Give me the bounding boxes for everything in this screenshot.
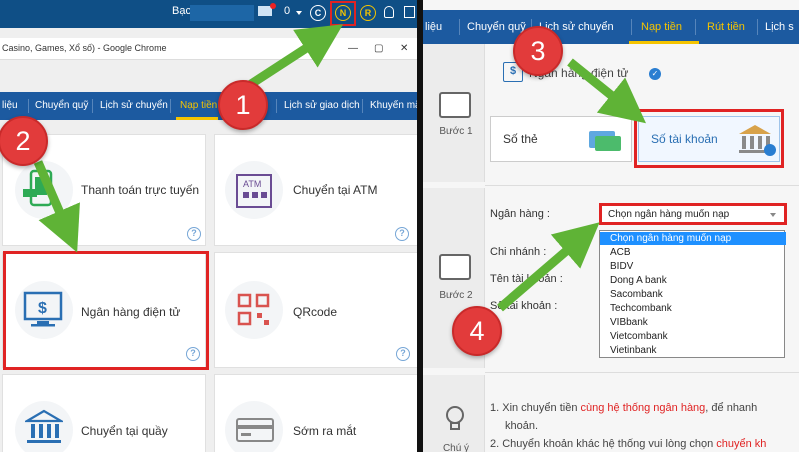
minimize-button[interactable]: —	[348, 43, 358, 54]
step-badge-4: 4	[452, 306, 502, 356]
left-panel: Bạc 0 C N R Casino, Games, Xổ số) - Goog…	[0, 0, 417, 452]
bank-dropdown-list: Chọn ngân hàng muốn nạp ACB BIDV Dong A …	[599, 230, 786, 358]
step1-column: Bước 1	[423, 44, 485, 182]
account-number-label: Số tài khoản :	[490, 300, 558, 312]
chevron-down-icon[interactable]	[296, 11, 302, 15]
notification-dot	[270, 3, 276, 9]
nav-item-transaction-history[interactable]: Lịch sử giao dịch	[284, 100, 360, 111]
main-nav: liệu Chuyển quỹ Lịch sử chuyển Nạp tiền …	[0, 92, 417, 120]
highlight-ebanking-tile	[3, 251, 209, 370]
bank-option[interactable]: Chọn ngân hàng muốn nạp	[600, 232, 786, 245]
help-icon[interactable]: ?	[395, 227, 409, 241]
bank-option[interactable]: VIBbank	[600, 316, 786, 329]
check-icon: ✓	[649, 68, 661, 80]
tile-label: Chuyển tại ATM	[293, 183, 378, 197]
bank-select[interactable]: Chọn ngân hàng muốn nạp	[599, 203, 787, 225]
option-card-number[interactable]: Số thẻ	[490, 116, 632, 162]
account-name-label: Tên tài khoản :	[490, 273, 563, 285]
bank-select-value: Chọn ngân hàng muốn nạp	[608, 209, 730, 220]
option-label: Số thẻ	[503, 132, 538, 146]
bank-option[interactable]: ACB	[600, 246, 786, 259]
account-topbar: Bạc 0 C N R	[0, 0, 417, 28]
bank-option[interactable]: Vietcombank	[600, 330, 786, 343]
balance-field	[190, 5, 254, 21]
step1-label: Bước 1	[439, 126, 473, 137]
atm-icon: ATM	[236, 174, 272, 208]
tile-counter-transfer[interactable]: Chuyển tại quầy	[2, 374, 206, 452]
browser-title: Casino, Games, Xổ số) - Google Chrome	[2, 43, 167, 53]
nav-item-deposit[interactable]: Nạp tiền	[180, 100, 217, 111]
lightbulb-icon	[446, 406, 464, 430]
note-line-2: 2. Chuyển khoản khác hệ thống vui lòng c…	[490, 438, 767, 450]
nav-item-transfer[interactable]: Chuyển quỹ	[467, 21, 526, 33]
logout-icon[interactable]	[404, 6, 415, 18]
note-line-1b: khoản.	[505, 420, 539, 432]
nav-item-withdraw[interactable]: Rút tiền	[707, 21, 745, 33]
close-button[interactable]: ✕	[400, 43, 408, 54]
deposit-nav: liệu Chuyển quỹ Lịch sử chuyển Nạp tiền …	[423, 10, 799, 44]
bank-option[interactable]: Sacombank	[600, 288, 786, 301]
phone-payment-icon	[23, 169, 53, 207]
step-badge-2: 2	[0, 116, 48, 166]
right-panel: liệu Chuyển quỹ Lịch sử chuyển Nạp tiền …	[423, 0, 799, 452]
highlight-account-option	[634, 109, 784, 168]
withdraw-r-icon[interactable]: R	[360, 5, 376, 21]
step2-label: Bước 2	[439, 290, 473, 301]
nav-item-history[interactable]: Lịch s	[765, 21, 794, 33]
chevron-down-icon	[770, 213, 776, 217]
tile-label: Sớm ra mắt	[293, 424, 357, 438]
tutorial-screenshot: Bạc 0 C N R Casino, Games, Xổ số) - Goog…	[0, 0, 799, 452]
balance-label: Bạc	[172, 5, 191, 17]
bank-option[interactable]: Vietinbank	[600, 344, 786, 357]
highlight-deposit-icon	[330, 1, 356, 26]
branch-field-label: Chi nhánh :	[490, 246, 547, 258]
nav-item-transfer[interactable]: Chuyển quỹ	[35, 100, 88, 111]
tile-qrcode[interactable]: QRcode ?	[214, 252, 417, 368]
active-tab-indicator	[629, 41, 699, 44]
bank-option[interactable]: Techcombank	[600, 302, 786, 315]
nav-item-info[interactable]: liệu	[2, 100, 18, 111]
bank-option[interactable]: Dong A bank	[600, 274, 786, 287]
nav-item-promotions[interactable]: Khuyến mã	[370, 100, 417, 111]
qrcode-icon	[237, 293, 270, 326]
notification-count: 0	[284, 5, 291, 17]
help-icon[interactable]: ?	[187, 227, 201, 241]
svg-text:ATM: ATM	[243, 179, 261, 189]
bank-option[interactable]: BIDV	[600, 260, 786, 273]
card-icon	[439, 92, 471, 118]
nav-item-deposit[interactable]: Nạp tiền	[641, 21, 682, 33]
notes-label: Chú ý	[442, 443, 470, 452]
help-icon[interactable]: ?	[396, 347, 410, 361]
nav-item-transfer-history[interactable]: Lịch sử chuyển	[100, 100, 168, 111]
bank-card-icon	[589, 131, 621, 151]
maximize-button[interactable]: ▢	[374, 43, 383, 54]
form-icon	[439, 254, 471, 280]
step-badge-3: 3	[513, 26, 563, 76]
tile-coming-soon[interactable]: Sớm ra mắt	[214, 374, 417, 452]
nav-item-info[interactable]: liệu	[425, 21, 442, 33]
coin-c-icon[interactable]: C	[310, 5, 326, 21]
step-badge-1: 1	[218, 80, 268, 130]
bank-building-icon	[25, 409, 63, 443]
user-icon[interactable]	[384, 6, 394, 18]
card-icon	[236, 418, 274, 442]
notes-column: Chú ý	[423, 375, 485, 452]
active-tab-indicator	[176, 117, 218, 120]
tile-label: Chuyển tại quầy	[81, 424, 168, 438]
bank-field-label: Ngân hàng :	[490, 208, 550, 220]
tile-label: Thanh toán trực tuyến	[81, 183, 200, 197]
tile-label: QRcode	[293, 305, 338, 319]
browser-titlebar: Casino, Games, Xổ số) - Google Chrome — …	[0, 38, 417, 60]
note-line-1: 1. Xin chuyển tiền cùng hệ thống ngân hà…	[490, 402, 758, 414]
tile-atm-transfer[interactable]: ATM Chuyển tại ATM ?	[214, 134, 417, 246]
